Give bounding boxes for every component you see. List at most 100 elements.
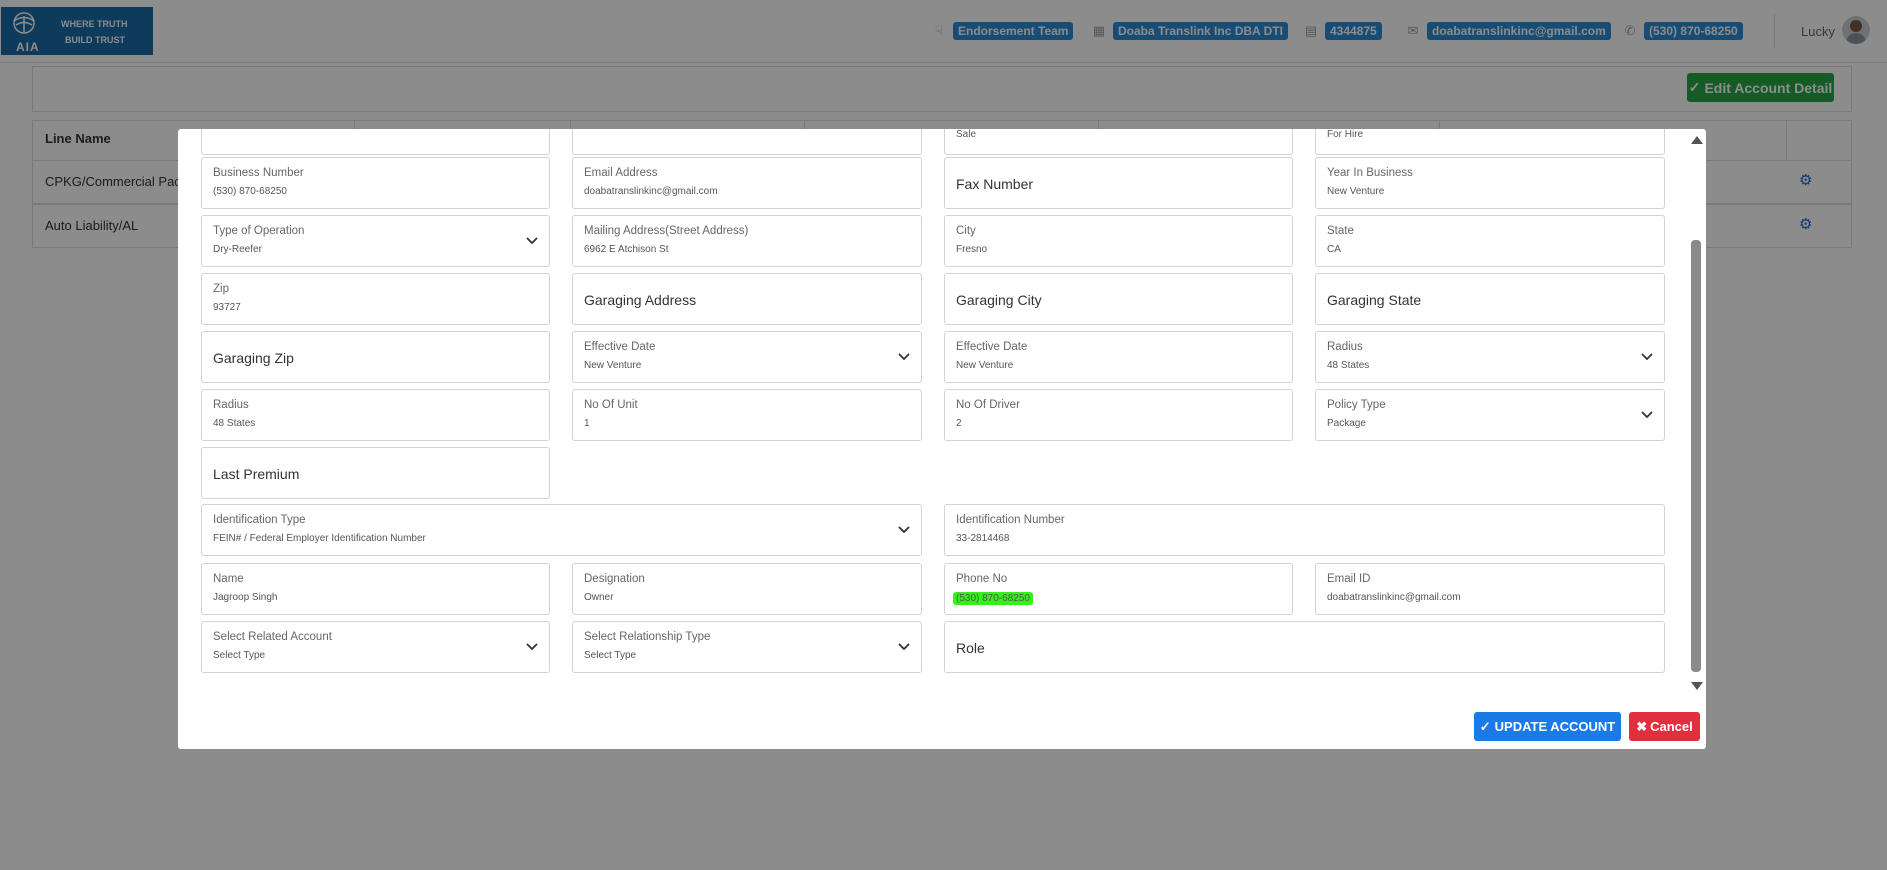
field-label: No Of Driver	[956, 399, 1020, 411]
scrollbar-thumb[interactable]	[1691, 240, 1701, 672]
field-value: 6962 E Atchison St	[584, 244, 669, 255]
field-value: New Venture	[956, 360, 1014, 371]
policy-type-select[interactable]: Policy Type Package	[1315, 389, 1665, 441]
fax-number-field[interactable]: Fax Number	[944, 157, 1293, 209]
field-label: Email Address	[584, 167, 658, 179]
field-label: Designation	[584, 573, 645, 585]
field-value: (530) 870-68250	[213, 186, 287, 197]
field-label: Identification Type	[213, 514, 306, 526]
field-value: Owner	[584, 592, 614, 603]
scroll-down-arrow[interactable]	[1691, 682, 1703, 690]
edit-account-modal: Sale For Hire Business Number (530) 870-…	[178, 129, 1706, 749]
field-label: Name	[213, 573, 244, 585]
partial-field-value: Sale	[956, 129, 977, 140]
partial-field[interactable]	[201, 129, 550, 155]
field-placeholder: Last Premium	[213, 466, 300, 482]
field-placeholder: Garaging State	[1327, 292, 1422, 308]
garaging-state-field[interactable]: Garaging State	[1315, 273, 1665, 325]
chevron-down-icon	[526, 643, 538, 651]
field-value: Select Type	[213, 650, 266, 661]
field-label: State	[1327, 225, 1354, 237]
field-label: Effective Date	[584, 341, 656, 353]
field-placeholder: Garaging City	[956, 292, 1042, 308]
field-value: 93727	[213, 302, 241, 313]
update-account-button[interactable]: ✓ UPDATE ACCOUNT	[1474, 712, 1621, 741]
business-number-field[interactable]: Business Number (530) 870-68250	[201, 157, 550, 209]
field-value: FEIN# / Federal Employer Identification …	[213, 533, 426, 544]
garaging-address-field[interactable]: Garaging Address	[572, 273, 922, 325]
cancel-label: Cancel	[1650, 719, 1693, 734]
field-placeholder: Garaging Address	[584, 292, 697, 308]
effective-date-select[interactable]: Effective Date New Venture	[572, 331, 922, 383]
field-value: New Venture	[1327, 186, 1385, 197]
field-label: No Of Unit	[584, 399, 638, 411]
effective-date-field[interactable]: Effective Date New Venture	[944, 331, 1293, 383]
field-value: 33-2814468	[956, 533, 1010, 544]
field-label: Effective Date	[956, 341, 1028, 353]
field-label: Email ID	[1327, 573, 1371, 585]
field-value: 48 States	[1327, 360, 1370, 371]
field-value: Select Type	[584, 650, 637, 661]
scroll-up-arrow[interactable]	[1691, 136, 1703, 144]
field-value: Dry-Reefer	[213, 244, 262, 255]
field-label: Radius	[1327, 341, 1363, 353]
field-label: Business Number	[213, 167, 304, 179]
mailing-address-field[interactable]: Mailing Address(Street Address) 6962 E A…	[572, 215, 922, 267]
chevron-down-icon	[898, 526, 910, 534]
relationship-type-select[interactable]: Select Relationship Type Select Type	[572, 621, 922, 673]
state-field[interactable]: State CA	[1315, 215, 1665, 267]
city-field[interactable]: City Fresno	[944, 215, 1293, 267]
related-account-select[interactable]: Select Related Account Select Type	[201, 621, 550, 673]
identification-type-select[interactable]: Identification Type FEIN# / Federal Empl…	[201, 504, 922, 556]
check-icon: ✓	[1479, 718, 1491, 734]
radius-field[interactable]: Radius 48 States	[201, 389, 550, 441]
field-label: Identification Number	[956, 514, 1065, 526]
partial-field[interactable]: For Hire	[1315, 129, 1665, 155]
field-value: (530) 870-68250	[953, 592, 1033, 605]
garaging-city-field[interactable]: Garaging City	[944, 273, 1293, 325]
cancel-button[interactable]: ✖ Cancel	[1629, 712, 1700, 741]
field-placeholder: Fax Number	[956, 176, 1034, 192]
garaging-zip-field[interactable]: Garaging Zip	[201, 331, 550, 383]
email-id-field[interactable]: Email ID doabatranslinkinc@gmail.com	[1315, 563, 1665, 615]
field-value: 48 States	[213, 418, 256, 429]
field-label: City	[956, 225, 976, 237]
zip-field[interactable]: Zip 93727	[201, 273, 550, 325]
field-value: doabatranslinkinc@gmail.com	[1327, 592, 1461, 603]
email-address-field[interactable]: Email Address doabatranslinkinc@gmail.co…	[572, 157, 922, 209]
last-premium-field[interactable]: Last Premium	[201, 447, 550, 499]
role-field[interactable]: Role	[944, 621, 1665, 673]
field-value: 1	[584, 418, 590, 429]
field-label: Type of Operation	[213, 225, 305, 237]
radius-select[interactable]: Radius 48 States	[1315, 331, 1665, 383]
field-value: Fresno	[956, 244, 988, 255]
field-label: Radius	[213, 399, 249, 411]
no-of-driver-field[interactable]: No Of Driver 2	[944, 389, 1293, 441]
field-value: 2	[956, 418, 962, 429]
field-label: Policy Type	[1327, 399, 1386, 411]
field-placeholder: Role	[956, 640, 985, 656]
chevron-down-icon	[1641, 353, 1653, 361]
year-in-business-field[interactable]: Year In Business New Venture	[1315, 157, 1665, 209]
phone-no-field[interactable]: Phone No (530) 870-68250	[944, 563, 1293, 615]
field-label: Phone No	[956, 573, 1008, 585]
partial-field-value: For Hire	[1327, 129, 1364, 140]
partial-field[interactable]	[572, 129, 922, 155]
chevron-down-icon	[526, 237, 538, 245]
field-label: Select Related Account	[213, 631, 332, 643]
no-of-unit-field[interactable]: No Of Unit 1	[572, 389, 922, 441]
field-value: Jagroop Singh	[213, 592, 278, 603]
field-label: Zip	[213, 283, 229, 295]
field-value: CA	[1327, 244, 1341, 255]
designation-field[interactable]: Designation Owner	[572, 563, 922, 615]
field-value: Package	[1327, 418, 1366, 429]
field-value: doabatranslinkinc@gmail.com	[584, 186, 718, 197]
name-field[interactable]: Name Jagroop Singh	[201, 563, 550, 615]
type-of-operation-select[interactable]: Type of Operation Dry-Reefer	[201, 215, 550, 267]
field-placeholder: Garaging Zip	[213, 350, 294, 366]
update-account-label: UPDATE ACCOUNT	[1494, 719, 1616, 734]
identification-number-field[interactable]: Identification Number 33-2814468	[944, 504, 1665, 556]
field-label: Select Relationship Type	[584, 631, 711, 643]
partial-field[interactable]: Sale	[944, 129, 1293, 155]
close-icon: ✖	[1636, 718, 1648, 734]
